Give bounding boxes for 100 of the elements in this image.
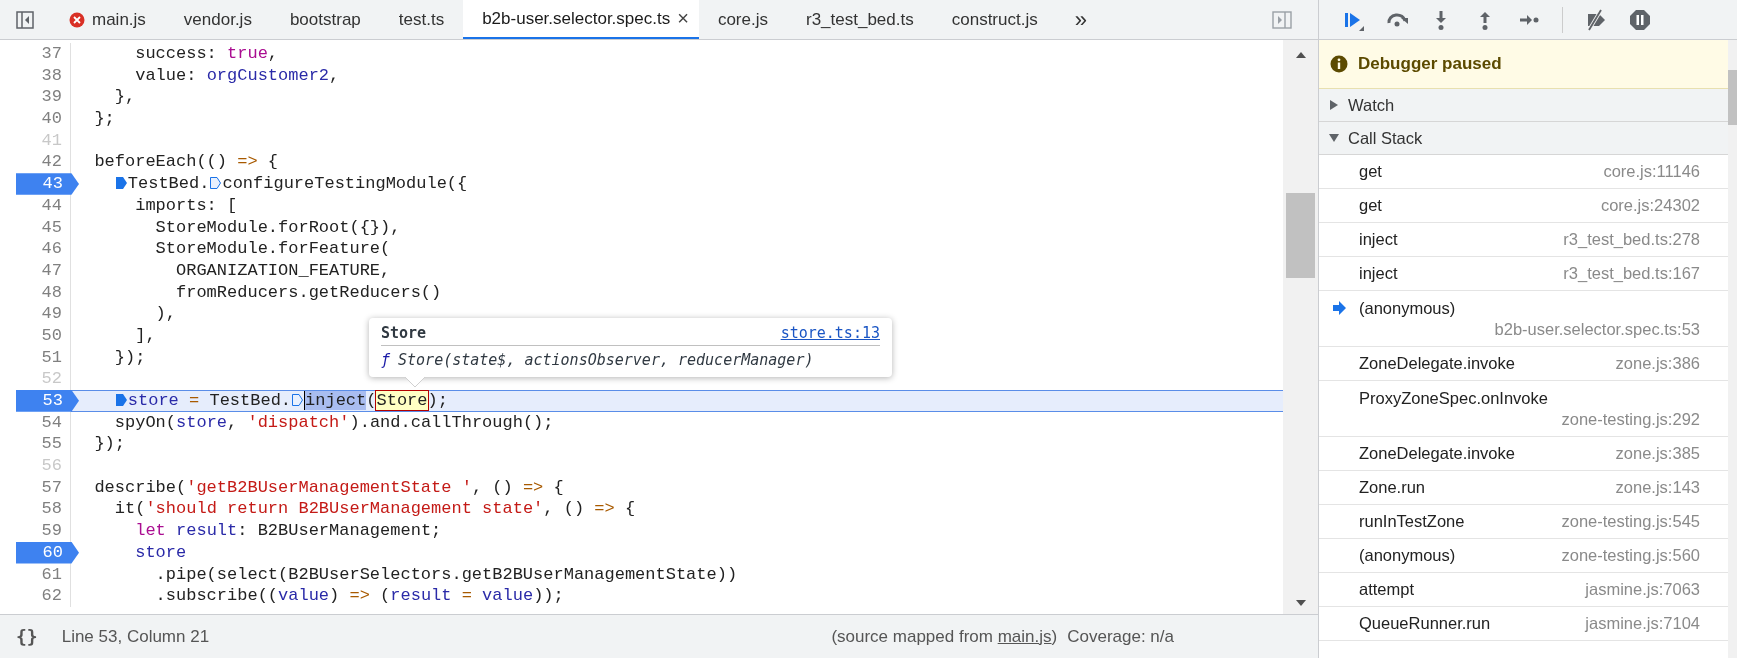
line-number[interactable]: 60: [16, 541, 79, 564]
frame-location[interactable]: zone.js:386: [1615, 354, 1700, 373]
editor-tab[interactable]: r3_test_bed.ts: [786, 0, 933, 39]
code-line: spyOn(store, 'dispatch').and.callThrough();: [113, 412, 554, 432]
breakpoint-marker-icon[interactable]: [209, 176, 223, 191]
line-number[interactable]: 61: [41, 563, 70, 586]
editor-tab[interactable]: bootstrap: [270, 0, 380, 39]
frame-name: inject: [1359, 264, 1398, 283]
code-line: describe('getB2BUserManagementState ', () => {: [93, 477, 564, 497]
code-line: fromReducers.getReducers(): [175, 282, 442, 302]
close-icon[interactable]: ×: [677, 7, 689, 30]
line-number[interactable]: 54: [41, 411, 70, 434]
function-signature: Store(state$, actionsObserver, reducerManager): [398, 351, 814, 369]
line-number[interactable]: 62: [41, 585, 70, 607]
coverage-status: Coverage: n/a: [1067, 626, 1174, 647]
source-link[interactable]: main.js: [997, 626, 1052, 646]
scrollbar-thumb[interactable]: [1728, 70, 1737, 125]
call-frame[interactable]: ZoneDelegate.invoke zone.js:386: [1319, 347, 1728, 381]
frame-location[interactable]: zone-testing.js:292: [1319, 409, 1700, 429]
frame-name: ProxyZoneSpec.onInvoke: [1359, 388, 1548, 408]
frame-location[interactable]: core.js:11146: [1603, 162, 1700, 181]
source-map-note: (source mapped from main.js): [831, 626, 1058, 647]
editor-tab[interactable]: test.ts: [379, 0, 464, 39]
editor-tab[interactable]: core.js: [698, 0, 787, 39]
code-line: },: [113, 87, 136, 107]
line-number[interactable]: 39: [41, 86, 70, 109]
frame-name: get: [1359, 162, 1382, 181]
code-line: it('should return B2BUserManagement state', () => {: [113, 499, 636, 519]
line-number[interactable]: 59: [41, 520, 70, 542]
frame-location[interactable]: jasmine.js:7063: [1585, 580, 1700, 599]
line-number[interactable]: 50: [41, 324, 70, 347]
editor-tab[interactable]: construct.js: [932, 0, 1057, 39]
frame-name: (anonymous): [1359, 546, 1456, 565]
call-frame[interactable]: inject r3_test_bed.ts:278: [1319, 223, 1728, 257]
frame-location[interactable]: zone-testing.js:560: [1561, 546, 1700, 565]
line-number[interactable]: 43: [16, 173, 79, 195]
line-number[interactable]: 51: [41, 346, 70, 369]
frame-location[interactable]: zone.js:385: [1615, 444, 1700, 463]
frame-location[interactable]: jasmine.js:7104: [1585, 614, 1700, 633]
frame-location[interactable]: r3_test_bed.ts:278: [1563, 230, 1700, 249]
frame-location[interactable]: core.js:24302: [1600, 196, 1700, 215]
more-tabs-button[interactable]: »: [1056, 6, 1105, 33]
code-line: .pipe(select(B2BUserSelectors.getB2BUserManagementState)): [154, 564, 738, 584]
line-number[interactable]: 37: [41, 43, 70, 65]
call-frame[interactable]: inject r3_test_bed.ts:167: [1319, 257, 1728, 291]
scroll-down-icon[interactable]: [1295, 600, 1306, 606]
breakpoint-marker-icon[interactable]: [114, 176, 128, 191]
line-number[interactable]: 57: [41, 476, 70, 499]
editor-tab[interactable]: b2b-user.selector.spec.ts ×: [463, 0, 699, 39]
line-number[interactable]: 44: [41, 194, 70, 217]
call-frame[interactable]: QueueRunner.run jasmine.js:7104: [1319, 607, 1728, 641]
line-number[interactable]: 58: [41, 498, 70, 521]
frame-location[interactable]: zone.js:143: [1615, 478, 1700, 497]
frame-name: attempt: [1359, 580, 1415, 599]
call-frame[interactable]: Zone.run zone.js:143: [1319, 471, 1728, 505]
pause-icon[interactable]: [1629, 8, 1651, 31]
collapse-icon[interactable]: [1329, 133, 1339, 143]
call-frame[interactable]: (anonymous) b2b-user.selector.spec.ts:53: [1319, 291, 1728, 347]
line-number[interactable]: 42: [41, 151, 70, 174]
frame-name: ZoneDelegate.invoke: [1359, 354, 1515, 373]
frame-name: Zone.run: [1359, 478, 1426, 497]
code-line: value: orgCustomer2,: [134, 65, 340, 85]
call-frame[interactable]: runInTestZone zone-testing.js:545: [1319, 505, 1728, 539]
breakpoints-off-icon[interactable]: [1585, 8, 1607, 31]
scroll-up-icon[interactable]: [1295, 52, 1306, 58]
line-number[interactable]: 46: [41, 238, 70, 260]
line-number[interactable]: 55: [41, 433, 70, 456]
line-number[interactable]: 38: [41, 64, 70, 87]
navigator-toggle-icon[interactable]: [16, 10, 34, 29]
scrollbar-thumb[interactable]: [1286, 193, 1315, 278]
call-frame[interactable]: get core.js:11146: [1319, 155, 1728, 189]
editor-tab[interactable]: vendor.js: [164, 0, 271, 39]
frame-location[interactable]: r3_test_bed.ts:167: [1563, 264, 1700, 283]
code-line: .subscribe((value) => (result = value));: [154, 586, 564, 606]
frame-location[interactable]: zone-testing.js:545: [1561, 512, 1700, 531]
frame-location[interactable]: b2b-user.selector.spec.ts:53: [1319, 319, 1700, 339]
code-line: };: [93, 109, 115, 129]
source-link[interactable]: store.ts:13: [780, 324, 880, 342]
frame-name: runInTestZone: [1359, 512, 1465, 531]
sidebar-toggle-icon[interactable]: [1272, 10, 1292, 29]
breakpoint-marker-icon[interactable]: [291, 393, 305, 407]
editor-tab[interactable]: main.js: [50, 0, 165, 39]
pretty-print-button[interactable]: {}: [16, 626, 38, 647]
line-number[interactable]: 48: [41, 281, 70, 304]
line-number[interactable]: 40: [41, 108, 70, 130]
line-number[interactable]: 53: [16, 390, 79, 412]
line-number[interactable]: 49: [41, 303, 70, 325]
section-header[interactable]: Watch: [1319, 89, 1728, 122]
code-line: success: true,: [134, 44, 279, 63]
code-line: beforeEach(() => {: [93, 152, 279, 172]
call-frame[interactable]: get core.js:24302: [1319, 189, 1728, 223]
line-number[interactable]: 45: [41, 216, 70, 239]
section-header[interactable]: Call Stack: [1319, 122, 1728, 155]
line-number[interactable]: 47: [41, 259, 70, 282]
call-frame[interactable]: attempt jasmine.js:7063: [1319, 573, 1728, 607]
expand-icon[interactable]: [1329, 100, 1339, 110]
scrollbar[interactable]: [1283, 40, 1318, 614]
breakpoint-marker-icon[interactable]: [114, 393, 128, 407]
call-frame[interactable]: (anonymous) zone-testing.js:560: [1319, 539, 1728, 573]
call-frame[interactable]: ZoneDelegate.invoke zone.js:385: [1319, 437, 1728, 471]
